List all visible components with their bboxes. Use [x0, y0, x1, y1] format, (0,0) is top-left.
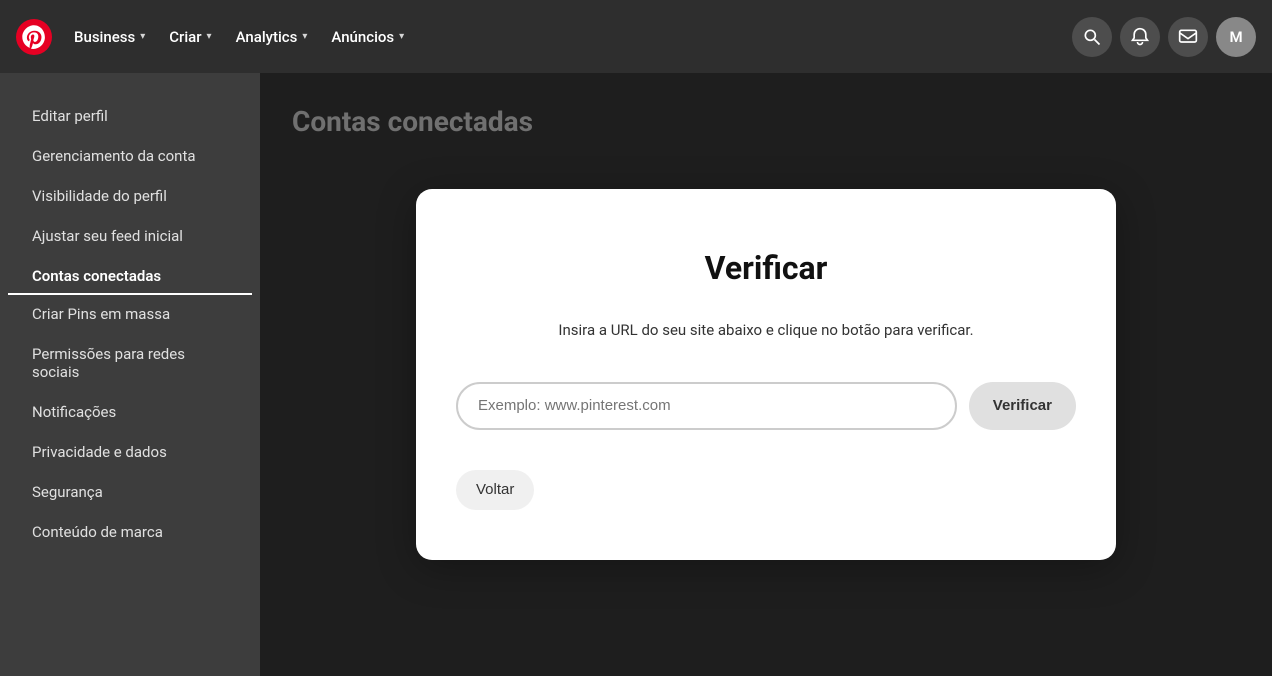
- nav-item-business-label: Business: [74, 28, 135, 46]
- modal-description: Insira a URL do seu site abaixo e clique…: [456, 319, 1076, 342]
- sidebar-item-permissoes[interactable]: Permissões para redes sociais: [8, 335, 252, 391]
- sidebar-item-label: Notificações: [32, 403, 116, 421]
- chevron-down-icon: ▾: [302, 31, 307, 42]
- sidebar-item-label: Ajustar seu feed inicial: [32, 227, 183, 245]
- sidebar: Editar perfil Gerenciamento da conta Vis…: [0, 73, 260, 676]
- sidebar-item-label: Editar perfil: [32, 107, 108, 125]
- sidebar-item-conteudo-de-marca[interactable]: Conteúdo de marca: [8, 513, 252, 551]
- sidebar-item-gerenciamento-da-conta[interactable]: Gerenciamento da conta: [8, 137, 252, 175]
- verify-button-label: Verificar: [993, 397, 1052, 414]
- sidebar-item-label: Conteúdo de marca: [32, 523, 163, 541]
- notifications-button[interactable]: [1120, 17, 1160, 57]
- verify-button[interactable]: Verificar: [969, 382, 1076, 430]
- pinterest-logo[interactable]: [16, 19, 52, 55]
- sidebar-item-privacidade[interactable]: Privacidade e dados: [8, 433, 252, 471]
- user-avatar[interactable]: M: [1216, 17, 1256, 57]
- chevron-down-icon: ▾: [207, 31, 212, 42]
- back-button-label: Voltar: [476, 481, 514, 498]
- chevron-down-icon: ▾: [399, 31, 404, 42]
- modal-overlay: Verificar Insira a URL do seu site abaix…: [260, 73, 1272, 676]
- nav-item-criar-label: Criar: [169, 28, 201, 46]
- sidebar-item-editar-perfil[interactable]: Editar perfil: [8, 97, 252, 135]
- sidebar-item-label: Privacidade e dados: [32, 443, 167, 461]
- sidebar-item-label: Permissões para redes sociais: [32, 345, 185, 381]
- sidebar-item-label: Segurança: [32, 483, 103, 501]
- sidebar-item-notificacoes[interactable]: Notificações: [8, 393, 252, 431]
- main-content: Contas conectadas Verificar Insira a URL…: [260, 73, 1272, 676]
- verify-modal: Verificar Insira a URL do seu site abaix…: [416, 189, 1116, 560]
- nav-item-analytics-label: Analytics: [236, 28, 298, 46]
- sidebar-item-visibilidade-do-perfil[interactable]: Visibilidade do perfil: [8, 177, 252, 215]
- sidebar-item-seguranca[interactable]: Segurança: [8, 473, 252, 511]
- nav-item-anuncios-label: Anúncios: [331, 28, 394, 46]
- sidebar-item-label: Visibilidade do perfil: [32, 187, 167, 205]
- avatar-initials: M: [1229, 28, 1242, 46]
- sidebar-item-criar-pins[interactable]: Criar Pins em massa: [8, 295, 252, 333]
- nav-item-analytics[interactable]: Analytics ▾: [226, 22, 318, 52]
- modal-title: Verificar: [456, 249, 1076, 287]
- messages-button[interactable]: [1168, 17, 1208, 57]
- sidebar-item-ajustar-feed[interactable]: Ajustar seu feed inicial: [8, 217, 252, 255]
- nav-item-business[interactable]: Business ▾: [64, 22, 155, 52]
- nav-item-criar[interactable]: Criar ▾: [159, 22, 221, 52]
- search-button[interactable]: [1072, 17, 1112, 57]
- nav-item-anuncios[interactable]: Anúncios ▾: [321, 22, 414, 52]
- chevron-down-icon: ▾: [140, 31, 145, 42]
- url-input[interactable]: [456, 382, 957, 430]
- sidebar-item-contas-conectadas[interactable]: Contas conectadas: [8, 257, 252, 295]
- sidebar-item-label: Gerenciamento da conta: [32, 147, 196, 165]
- top-navigation: Business ▾ Criar ▾ Analytics ▾ Anúncios …: [0, 0, 1272, 73]
- nav-icon-group: M: [1072, 17, 1256, 57]
- page-layout: Editar perfil Gerenciamento da conta Vis…: [0, 73, 1272, 676]
- sidebar-item-label: Contas conectadas: [32, 267, 161, 285]
- back-button[interactable]: Voltar: [456, 470, 534, 510]
- sidebar-item-label: Criar Pins em massa: [32, 305, 170, 323]
- modal-input-row: Verificar: [456, 382, 1076, 430]
